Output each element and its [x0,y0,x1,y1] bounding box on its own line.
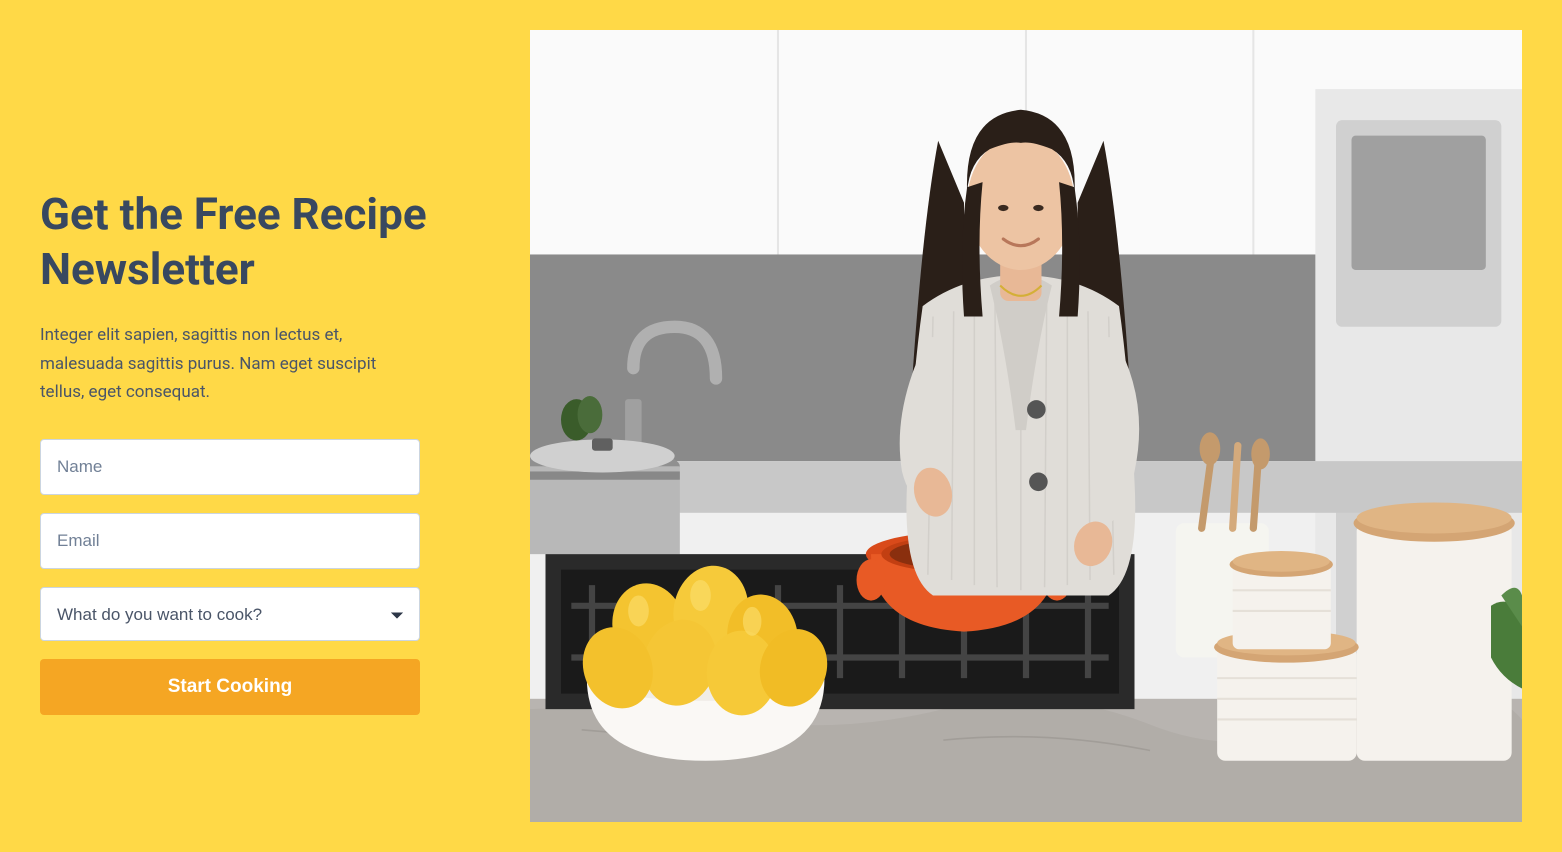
email-input[interactable] [40,513,420,569]
form-panel: Get the Free Recipe Newsletter Integer e… [40,137,460,716]
name-input[interactable] [40,439,420,495]
signup-form: What do you want to cook? Start Cooking [40,439,420,715]
kitchen-scene-icon [530,30,1522,822]
newsletter-section: Get the Free Recipe Newsletter Integer e… [40,30,1522,822]
cook-select-wrapper: What do you want to cook? [40,587,420,641]
page-heading: Get the Free Recipe Newsletter [40,187,460,297]
start-cooking-button[interactable]: Start Cooking [40,659,420,715]
page-description: Integer elit sapien, sagittis non lectus… [40,321,420,408]
hero-image [530,30,1522,822]
cook-select[interactable]: What do you want to cook? [40,587,420,641]
